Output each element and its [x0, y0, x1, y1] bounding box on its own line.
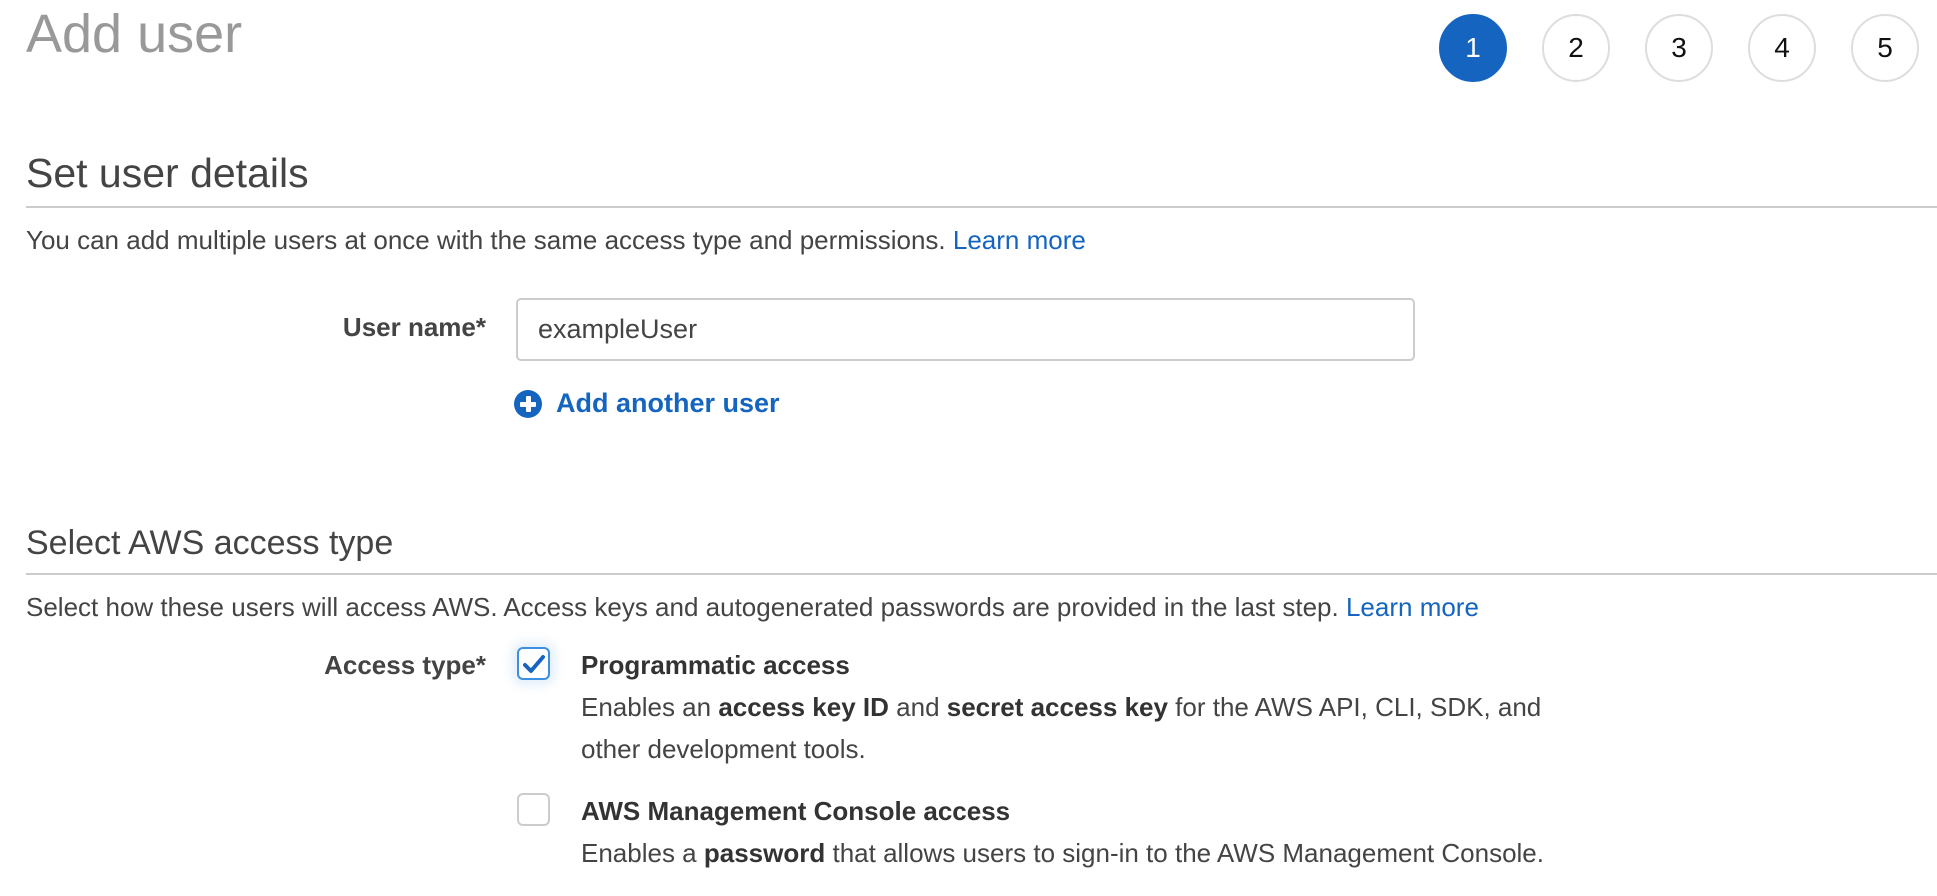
user-details-description: You can add multiple users at once with … [26, 223, 1086, 257]
step-3[interactable]: 3 [1645, 14, 1713, 82]
wizard-steps: 1 2 3 4 5 [1439, 14, 1919, 82]
section-title-user-details: Set user details [26, 150, 309, 196]
page-title: Add user [26, 4, 243, 64]
step-4[interactable]: 4 [1748, 14, 1816, 82]
console-access-checkbox[interactable] [517, 793, 550, 826]
plus-circle-icon [514, 389, 542, 418]
description-text: You can add multiple users at once with … [26, 225, 946, 255]
desc-text: other development tools. [581, 734, 866, 764]
section-title-access-type: Select AWS access type [26, 524, 394, 562]
access-type-label: Access type* [324, 650, 486, 680]
desc-text: for the AWS API, CLI, SDK, and [1167, 692, 1542, 722]
step-2[interactable]: 2 [1542, 14, 1610, 82]
programmatic-access-checkbox[interactable] [517, 647, 550, 680]
checkmark-icon [522, 654, 545, 673]
add-another-user-label: Add another user [556, 388, 780, 418]
divider [26, 573, 1937, 575]
desc-text: that allows users to sign-in to the AWS … [825, 838, 1544, 868]
step-5[interactable]: 5 [1851, 14, 1919, 82]
console-access-title: AWS Management Console access [581, 796, 1011, 826]
user-name-label: User name* [342, 312, 486, 342]
divider [26, 206, 1937, 208]
desc-text: and [888, 692, 947, 722]
desc-bold: access key ID [718, 692, 889, 722]
programmatic-access-title: Programmatic access [581, 650, 850, 680]
access-type-description: Select how these users will access AWS. … [26, 590, 1479, 624]
desc-bold: password [703, 838, 826, 868]
user-name-input[interactable] [516, 298, 1415, 361]
programmatic-access-description: Enables an access key ID and secret acce… [581, 686, 1541, 770]
learn-more-link[interactable]: Learn more [1346, 592, 1479, 622]
step-1[interactable]: 1 [1439, 14, 1507, 82]
description-text: Select how these users will access AWS. … [26, 592, 1339, 622]
desc-text: Enables a [581, 838, 704, 868]
desc-text: Enables an [581, 692, 719, 722]
learn-more-link[interactable]: Learn more [953, 225, 1086, 255]
console-access-description: Enables a password that allows users to … [581, 832, 1544, 874]
desc-bold: secret access key [946, 692, 1168, 722]
add-another-user-button[interactable]: Add another user [514, 388, 780, 419]
